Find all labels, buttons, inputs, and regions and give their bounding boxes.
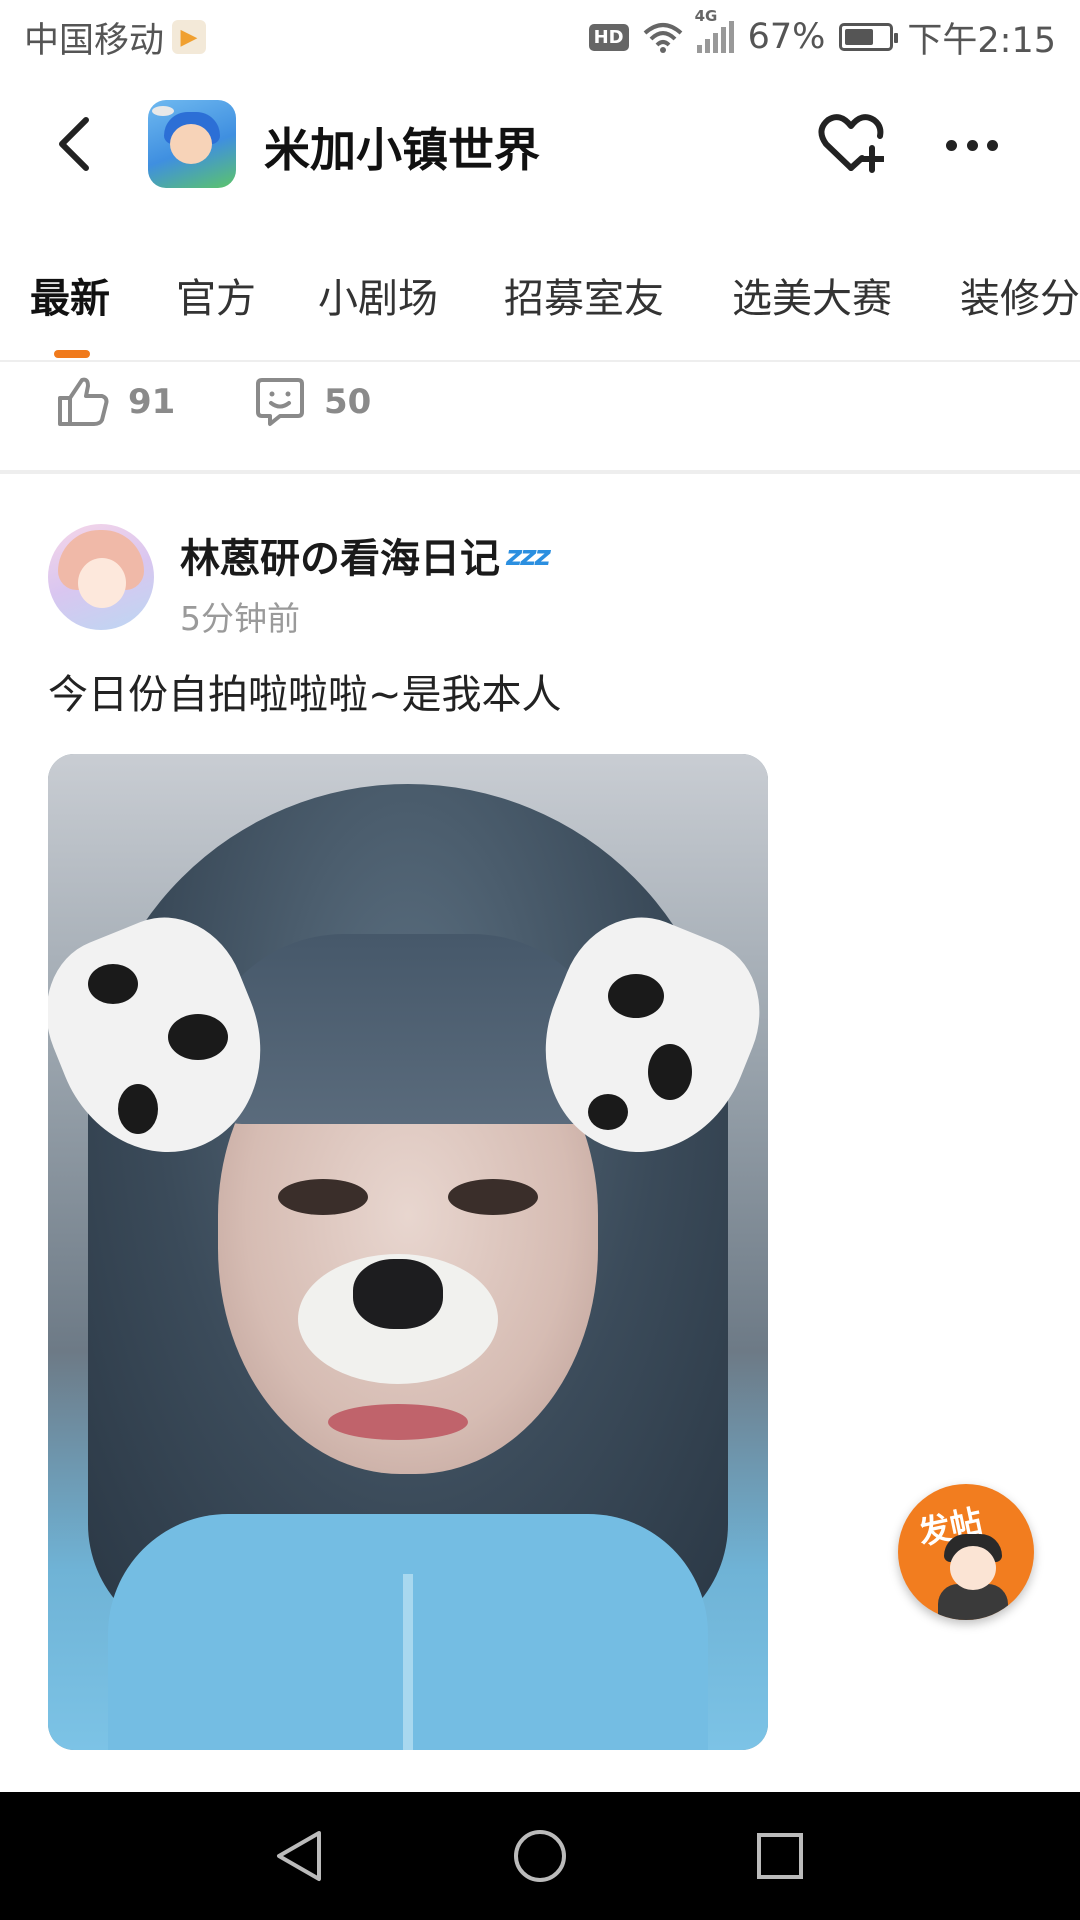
dot bbox=[987, 139, 998, 151]
divider bbox=[0, 360, 1080, 362]
heart-plus-icon bbox=[818, 114, 886, 173]
back-button[interactable] bbox=[44, 114, 104, 174]
username[interactable]: 林蒽研の看海日记 bbox=[180, 526, 500, 584]
new-post-button[interactable]: 发帖 bbox=[898, 1484, 1034, 1620]
tab-latest[interactable]: 最新 bbox=[30, 266, 110, 324]
tab-official[interactable]: 官方 bbox=[176, 266, 256, 324]
signal-bars-icon bbox=[696, 21, 734, 53]
page-title: 米加小镇世界 bbox=[264, 123, 540, 177]
section-divider bbox=[0, 470, 1080, 474]
post-timestamp: 5分钟前 bbox=[180, 599, 300, 638]
avatar[interactable] bbox=[48, 524, 154, 630]
nav-recents-button[interactable] bbox=[748, 1824, 812, 1888]
thumb-up-icon bbox=[58, 377, 109, 426]
like-count: 91 bbox=[128, 382, 176, 422]
post-text: 今日份自拍啦啦啦~是我本人 bbox=[48, 672, 562, 718]
more-button[interactable] bbox=[940, 120, 1004, 170]
category-tabs: 最新 官方 小剧场 招募室友 选美大赛 装修分 bbox=[0, 252, 1080, 360]
dot bbox=[966, 139, 978, 151]
chevron-left-icon bbox=[59, 117, 89, 171]
comment-smile-icon bbox=[256, 378, 304, 426]
active-tab-indicator bbox=[54, 350, 90, 358]
wifi-icon bbox=[643, 23, 682, 53]
username-row: 林蒽研の看海日记 zzz bbox=[180, 526, 551, 584]
play-icon: ▶ bbox=[172, 20, 207, 54]
network-type: 4G bbox=[694, 7, 718, 25]
status-right: HD 4G 67% 下午2:15 bbox=[588, 7, 1056, 63]
carrier-name: 中国移动 bbox=[24, 20, 165, 61]
hd-badge: HD bbox=[588, 23, 629, 51]
battery-icon bbox=[839, 23, 899, 51]
post-photo[interactable] bbox=[48, 754, 768, 1750]
dot bbox=[946, 139, 957, 151]
app-header: 米加小镇世界 bbox=[0, 84, 1080, 204]
comment-button[interactable]: 50 bbox=[254, 376, 371, 428]
triangle-back-icon bbox=[277, 1831, 321, 1881]
tab-decoration[interactable]: 装修分 bbox=[960, 266, 1080, 324]
tab-roommates[interactable]: 招募室友 bbox=[504, 266, 664, 324]
circle-home-icon bbox=[514, 1830, 566, 1882]
battery-percent: 67% bbox=[747, 17, 826, 57]
tab-theater[interactable]: 小剧场 bbox=[318, 266, 438, 324]
comment-count: 50 bbox=[324, 382, 372, 422]
system-nav-bar bbox=[0, 1792, 1080, 1920]
app-icon bbox=[148, 100, 236, 188]
nav-home-button[interactable] bbox=[508, 1824, 572, 1888]
status-left: 中国移动 ▶ bbox=[24, 12, 207, 63]
like-button[interactable]: 91 bbox=[56, 376, 175, 428]
status-bar: 中国移动 ▶ HD 4G 67% 下午2:15 bbox=[0, 0, 1080, 74]
sleep-zzz-icon: zzz bbox=[506, 538, 551, 572]
previous-post-stats: 91 50 bbox=[0, 372, 1080, 438]
cell-signal: 4G bbox=[695, 7, 734, 53]
tab-beauty-contest[interactable]: 选美大赛 bbox=[732, 266, 892, 324]
nav-back-button[interactable] bbox=[268, 1824, 332, 1888]
square-recents-icon bbox=[757, 1833, 803, 1879]
clock: 下午2:15 bbox=[907, 20, 1056, 61]
follow-button[interactable] bbox=[818, 112, 886, 176]
